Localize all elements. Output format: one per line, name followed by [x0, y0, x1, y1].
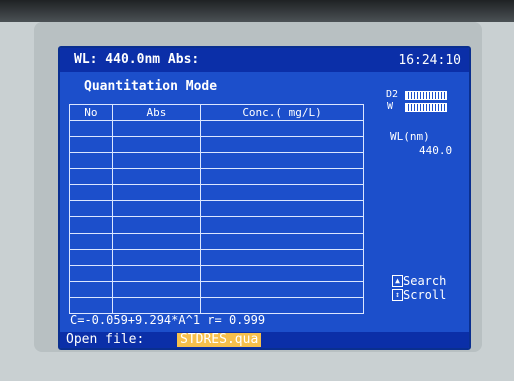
- table-cell: [69, 136, 113, 154]
- table-cell: [200, 119, 364, 138]
- table-cell: [111, 232, 202, 250]
- d2-lamp-label: D2: [386, 89, 399, 100]
- wavelength-label: WL(nm): [390, 130, 430, 143]
- table-cell: [111, 152, 202, 170]
- top-shadow: [0, 0, 514, 22]
- table-cell: [111, 136, 202, 154]
- table-cell: [69, 184, 113, 202]
- table-cell: [69, 216, 113, 234]
- open-file-label: Open file:: [66, 332, 145, 347]
- table-cell: [69, 232, 113, 250]
- d2-lamp-indicator: [405, 91, 447, 100]
- table-cell: [111, 264, 202, 282]
- table-row: [69, 119, 364, 138]
- wavelength-abs-readout: WL: 440.0nm Abs:: [74, 52, 200, 67]
- table-cell: [200, 216, 364, 234]
- table-cell: [69, 119, 113, 138]
- table-cell: [111, 216, 202, 234]
- table-cell: [111, 280, 202, 298]
- table-cell: [69, 296, 113, 315]
- page-title: Quantitation Mode: [84, 79, 218, 94]
- table-cell: [111, 119, 202, 138]
- header-bar: WL: 440.0nm Abs: 16:24:10: [60, 48, 469, 72]
- table-row: [69, 184, 364, 202]
- table-cell: [111, 168, 202, 186]
- table-cell: [200, 168, 364, 186]
- up-arrow-icon[interactable]: ▲: [392, 275, 403, 287]
- table-header-row: No Abs Conc.( mg/L): [69, 104, 364, 121]
- table-cell: [69, 248, 113, 266]
- table-cell: [111, 200, 202, 218]
- clock: 16:24:10: [398, 53, 461, 68]
- table-cell: [200, 232, 364, 250]
- status-bar: Open file: STDRES.qua: [60, 332, 469, 348]
- table-cell: [69, 264, 113, 282]
- table-cell: [69, 280, 113, 298]
- table-row: [69, 216, 364, 234]
- table-cell: [200, 296, 364, 315]
- w-lamp-indicator: [405, 103, 447, 112]
- column-header-abs: Abs: [111, 104, 202, 121]
- up-down-arrow-icon[interactable]: ↕: [392, 289, 403, 301]
- table-cell: [69, 200, 113, 218]
- column-header-no: No: [69, 104, 113, 121]
- table-row: [69, 280, 364, 298]
- table-row: [69, 264, 364, 282]
- table-cell: [200, 248, 364, 266]
- search-key-label[interactable]: Search: [403, 274, 446, 288]
- table-cell: [111, 248, 202, 266]
- table-cell: [111, 296, 202, 315]
- table-row: [69, 232, 364, 250]
- w-lamp-label: W: [387, 101, 394, 112]
- regression-equation: C=-0.059+9.294*A^1 r= 0.999: [70, 313, 266, 327]
- wavelength-value: 440.0: [419, 144, 453, 157]
- table-cell: [200, 264, 364, 282]
- table-cell: [69, 168, 113, 186]
- table-cell: [200, 184, 364, 202]
- table-row: [69, 152, 364, 170]
- table-cell: [200, 200, 364, 218]
- results-table: No Abs Conc.( mg/L): [69, 104, 364, 315]
- lcd-screen: WL: 440.0nm Abs: 16:24:10 Quantitation M…: [58, 46, 471, 350]
- table-cell: [111, 184, 202, 202]
- table-cell: [200, 136, 364, 154]
- table-cell: [200, 280, 364, 298]
- table-row: [69, 248, 364, 266]
- table-row: [69, 168, 364, 186]
- open-file-name[interactable]: STDRES.qua: [177, 333, 262, 347]
- scroll-key-label[interactable]: Scroll: [403, 288, 446, 302]
- table-cell: [69, 152, 113, 170]
- table-row: [69, 136, 364, 154]
- table-row: [69, 200, 364, 218]
- table-row: [69, 296, 364, 315]
- table-cell: [200, 152, 364, 170]
- table-body: [69, 119, 364, 315]
- column-header-conc: Conc.( mg/L): [200, 104, 364, 121]
